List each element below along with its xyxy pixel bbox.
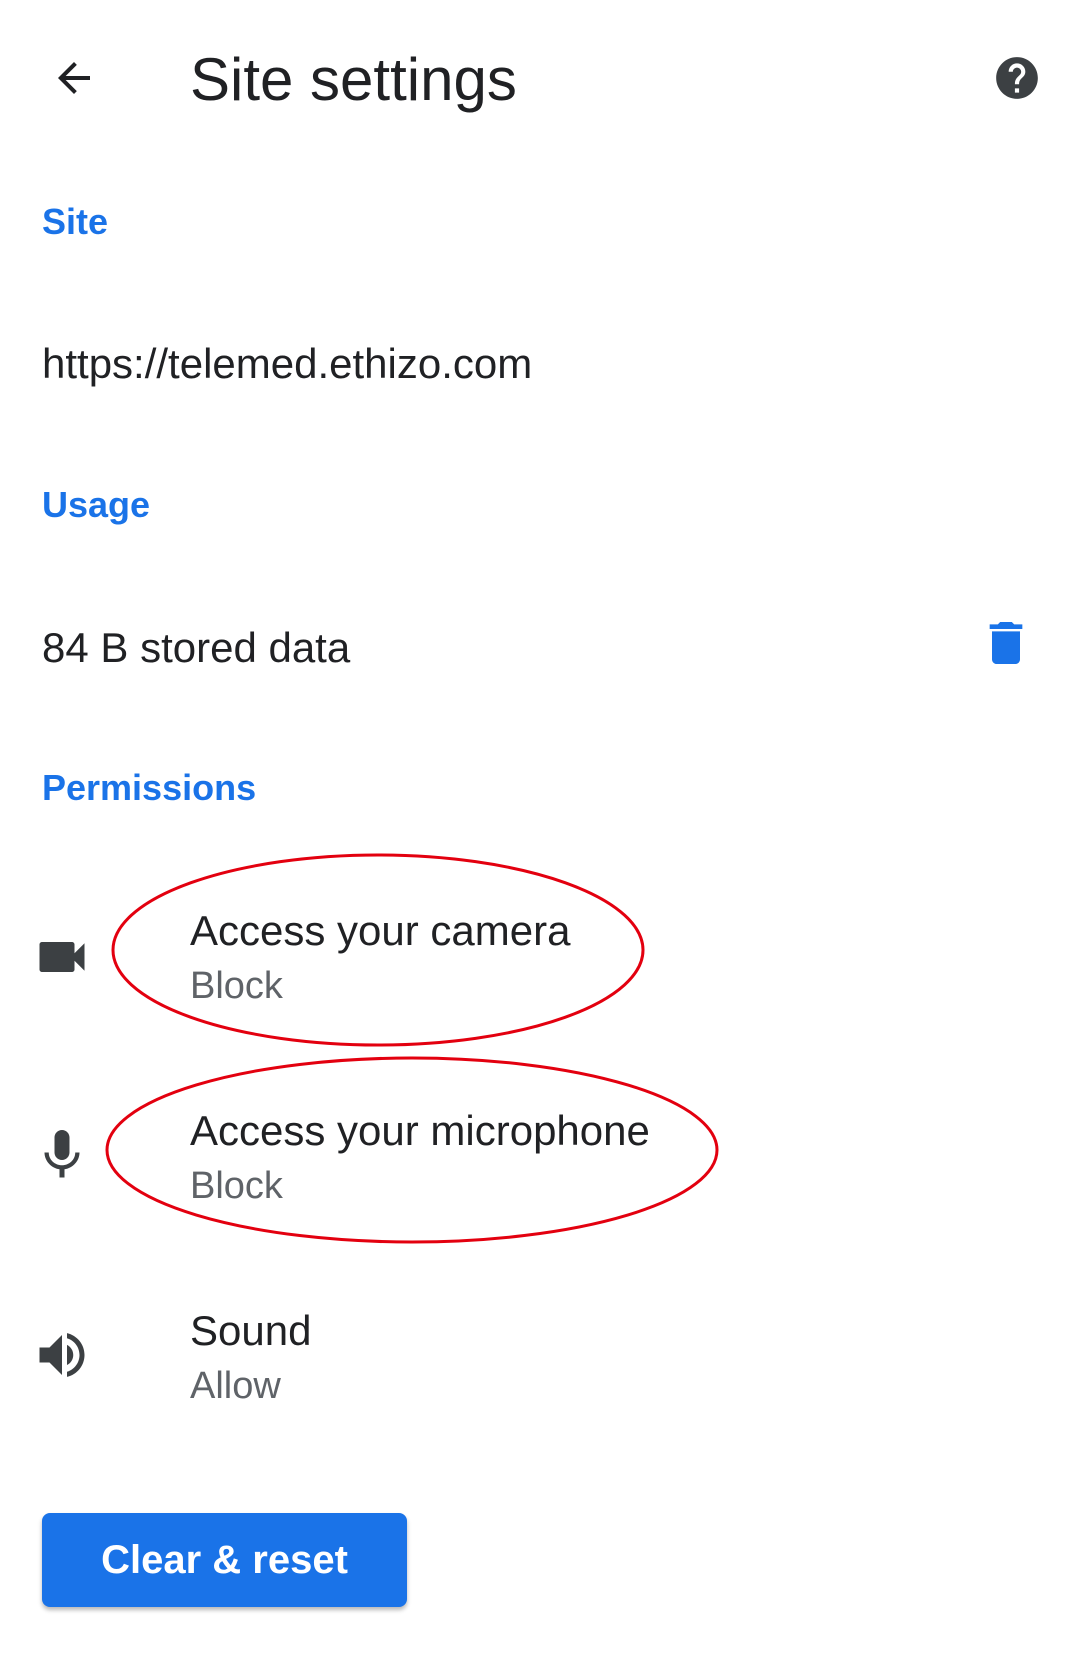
- permission-value-microphone: Block: [190, 1165, 283, 1207]
- permission-row-sound[interactable]: Sound Allow: [0, 1285, 1080, 1415]
- permission-value-camera: Block: [190, 965, 283, 1007]
- stored-data-label: 84 B stored data: [42, 624, 351, 671]
- volume-icon: [30, 1323, 94, 1387]
- help-button[interactable]: [983, 44, 1051, 112]
- permission-title-sound: Sound: [190, 1307, 312, 1354]
- site-url: https://telemed.ethizo.com: [42, 340, 533, 387]
- permission-row-microphone[interactable]: Access your microphone Block: [0, 1085, 1080, 1215]
- help-circle-icon: [996, 57, 1038, 99]
- videocam-icon: [30, 925, 94, 989]
- section-header-permissions: Permissions: [42, 767, 257, 808]
- microphone-icon: [30, 1123, 94, 1187]
- page-title: Site settings: [190, 46, 517, 113]
- permission-value-sound: Allow: [190, 1365, 281, 1407]
- section-header-usage: Usage: [42, 484, 151, 525]
- back-button[interactable]: [40, 44, 108, 112]
- trash-icon: [989, 622, 1023, 664]
- permission-title-camera: Access your camera: [190, 907, 571, 954]
- clear-reset-button[interactable]: Clear & reset: [42, 1513, 407, 1607]
- permission-row-camera[interactable]: Access your camera Block: [0, 885, 1080, 1015]
- delete-stored-data-button[interactable]: [970, 607, 1042, 679]
- permission-title-microphone: Access your microphone: [190, 1107, 650, 1154]
- section-header-site: Site: [42, 201, 109, 242]
- arrow-back-icon: [58, 62, 90, 94]
